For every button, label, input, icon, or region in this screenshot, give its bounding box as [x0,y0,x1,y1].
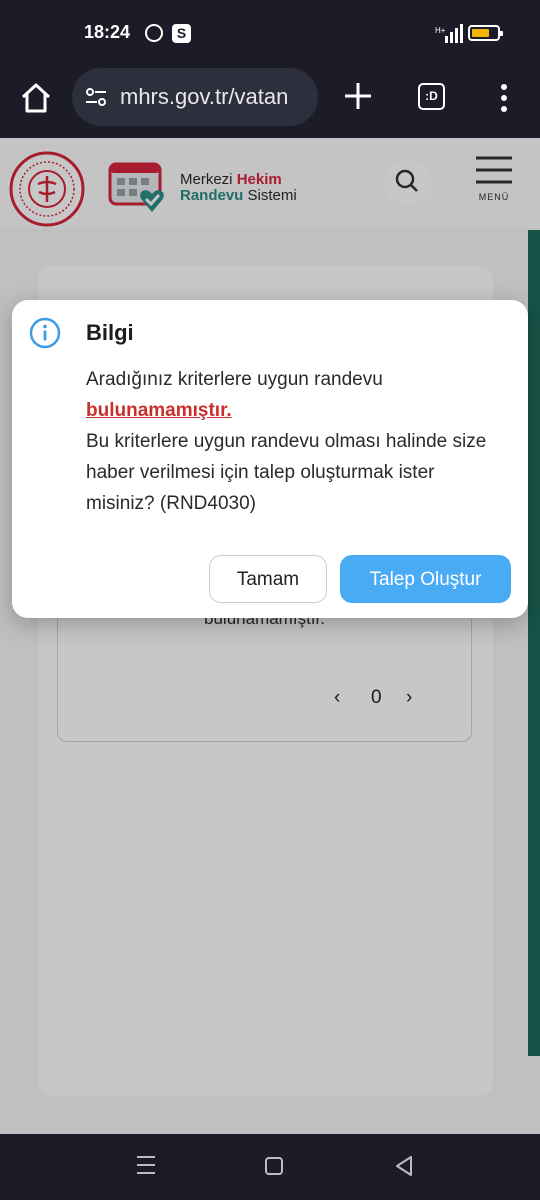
browser-toolbar: mhrs.gov.tr/vatan :D [0,68,540,138]
whatsapp-icon [145,24,163,42]
url-text[interactable]: mhrs.gov.tr/vatan [120,84,288,110]
recent-apps-icon[interactable] [136,1154,156,1176]
modal-backdrop[interactable] [0,138,540,1134]
info-icon [29,317,61,349]
dialog-warning: bulunamamıştır. [86,400,232,421]
dialog-line2: Bu kriterlere uygun randevu olması halin… [86,431,487,514]
new-tab-icon[interactable] [340,78,376,114]
navigation-bar [0,1134,540,1200]
site-settings-icon[interactable] [84,85,108,109]
dialog-line1: Aradığınız kriterlere uygun randevu [86,369,383,390]
s-app-icon: S [172,24,191,43]
home-nav-icon[interactable] [265,1157,283,1175]
create-request-button[interactable]: Talep Oluştur [340,555,511,603]
info-dialog: Bilgi Aradığınız kriterlere uygun randev… [12,300,528,618]
dialog-message: Aradığınız kriterlere uygun randevu bulu… [86,364,506,519]
ok-button[interactable]: Tamam [209,555,327,603]
more-menu-icon[interactable] [494,80,514,116]
tab-switcher-icon[interactable]: :D [418,83,445,110]
back-icon[interactable] [393,1154,415,1178]
svg-text:H+: H+ [435,26,446,35]
signal-icon: H+ [435,24,463,43]
battery-icon [468,25,503,41]
url-bar[interactable]: mhrs.gov.tr/vatan [72,68,318,126]
status-time: 18:24 [84,22,131,42]
status-bar: 18:24 S H+ [0,0,540,68]
dialog-title: Bilgi [86,320,134,345]
home-icon[interactable] [18,80,54,116]
